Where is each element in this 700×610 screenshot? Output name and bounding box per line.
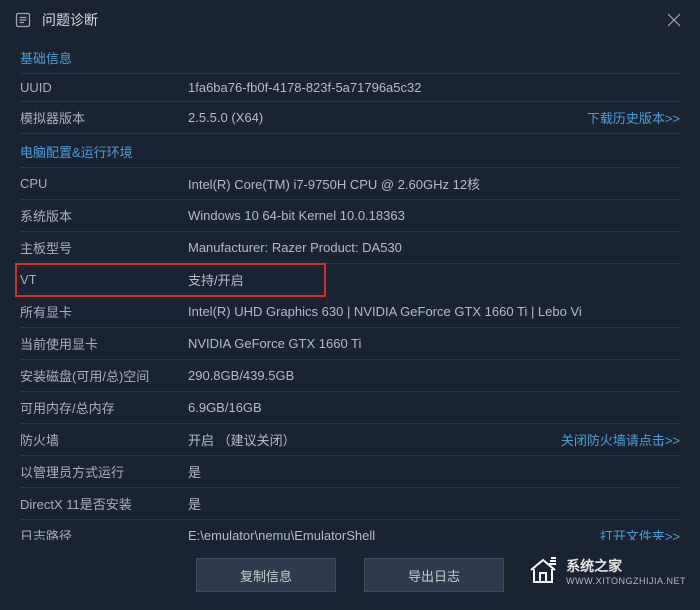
value-version: 2.5.5.0 (X64)	[188, 110, 577, 125]
row-uuid: UUID 1fa6ba76-fb0f-4178-823f-5a71796a5c3…	[20, 74, 680, 102]
value-os: Windows 10 64-bit Kernel 10.0.18363	[188, 208, 680, 223]
row-directx: DirectX 11是否安装 是	[20, 488, 680, 520]
link-download-history[interactable]: 下载历史版本>>	[587, 108, 680, 127]
value-cpu: Intel(R) Core(TM) i7-9750H CPU @ 2.60GHz…	[188, 174, 680, 193]
value-disk: 290.8GB/439.5GB	[188, 368, 680, 383]
label-admin: 以管理员方式运行	[20, 462, 188, 481]
watermark-url: WWW.XITONGZHIJIA.NET	[566, 576, 686, 586]
section-basic-title: 基础信息	[20, 40, 680, 74]
value-firewall: 开启 （建议关闭）	[188, 430, 551, 449]
label-logpath: 日志路径	[20, 526, 188, 540]
row-vt: VT 支持/开启	[16, 264, 325, 296]
row-os: 系统版本 Windows 10 64-bit Kernel 10.0.18363	[20, 200, 680, 232]
diagnosis-icon	[14, 11, 32, 29]
row-gpus: 所有显卡 Intel(R) UHD Graphics 630 | NVIDIA …	[20, 296, 680, 328]
row-logpath: 日志路径 E:\emulator\nemu\EmulatorShell 打开文件…	[20, 520, 680, 540]
label-cpu: CPU	[20, 176, 188, 191]
label-directx: DirectX 11是否安装	[20, 494, 188, 513]
label-vt: VT	[20, 272, 188, 287]
row-cpu: CPU Intel(R) Core(TM) i7-9750H CPU @ 2.6…	[20, 168, 680, 200]
link-firewall[interactable]: 关闭防火墙请点击>>	[561, 430, 680, 449]
window-title: 问题诊断	[42, 10, 662, 30]
label-firewall: 防火墙	[20, 430, 188, 449]
row-disk: 安装磁盘(可用/总)空间 290.8GB/439.5GB	[20, 360, 680, 392]
label-os: 系统版本	[20, 206, 188, 225]
row-gpu-current: 当前使用显卡 NVIDIA GeForce GTX 1660 Ti	[20, 328, 680, 360]
row-version: 模拟器版本 2.5.5.0 (X64) 下载历史版本>>	[20, 102, 680, 134]
row-admin: 以管理员方式运行 是	[20, 456, 680, 488]
titlebar: 问题诊断	[0, 0, 700, 40]
row-firewall: 防火墙 开启 （建议关闭） 关闭防火墙请点击>>	[20, 424, 680, 456]
value-memory: 6.9GB/16GB	[188, 400, 680, 415]
label-gpu-current: 当前使用显卡	[20, 334, 188, 353]
value-directx: 是	[188, 494, 680, 513]
house-icon	[526, 554, 560, 588]
label-memory: 可用内存/总内存	[20, 398, 188, 417]
value-gpus: Intel(R) UHD Graphics 630 | NVIDIA GeFor…	[188, 304, 680, 319]
close-button[interactable]	[662, 8, 686, 32]
row-memory: 可用内存/总内存 6.9GB/16GB	[20, 392, 680, 424]
watermark-name: 系统之家	[566, 556, 686, 576]
label-version: 模拟器版本	[20, 108, 188, 127]
link-open-folder[interactable]: 打开文件夹>>	[600, 526, 680, 540]
label-motherboard: 主板型号	[20, 238, 188, 257]
value-gpu-current: NVIDIA GeForce GTX 1660 Ti	[188, 336, 680, 351]
label-gpus: 所有显卡	[20, 302, 188, 321]
value-logpath: E:\emulator\nemu\EmulatorShell	[188, 528, 590, 540]
export-log-button[interactable]: 导出日志	[364, 558, 504, 592]
watermark-text: 系统之家 WWW.XITONGZHIJIA.NET	[566, 556, 686, 586]
section-env-title: 电脑配置&运行环境	[20, 134, 680, 168]
label-uuid: UUID	[20, 80, 188, 95]
content-panel: 基础信息 UUID 1fa6ba76-fb0f-4178-823f-5a7179…	[0, 40, 700, 540]
value-admin: 是	[188, 462, 680, 481]
label-disk: 安装磁盘(可用/总)空间	[20, 366, 188, 385]
row-motherboard: 主板型号 Manufacturer: Razer Product: DA530	[20, 232, 680, 264]
value-uuid: 1fa6ba76-fb0f-4178-823f-5a71796a5c32	[188, 80, 680, 95]
close-icon	[667, 13, 681, 27]
value-motherboard: Manufacturer: Razer Product: DA530	[188, 240, 680, 255]
watermark: 系统之家 WWW.XITONGZHIJIA.NET	[526, 554, 686, 588]
copy-info-button[interactable]: 复制信息	[196, 558, 336, 592]
value-vt: 支持/开启	[188, 270, 325, 289]
